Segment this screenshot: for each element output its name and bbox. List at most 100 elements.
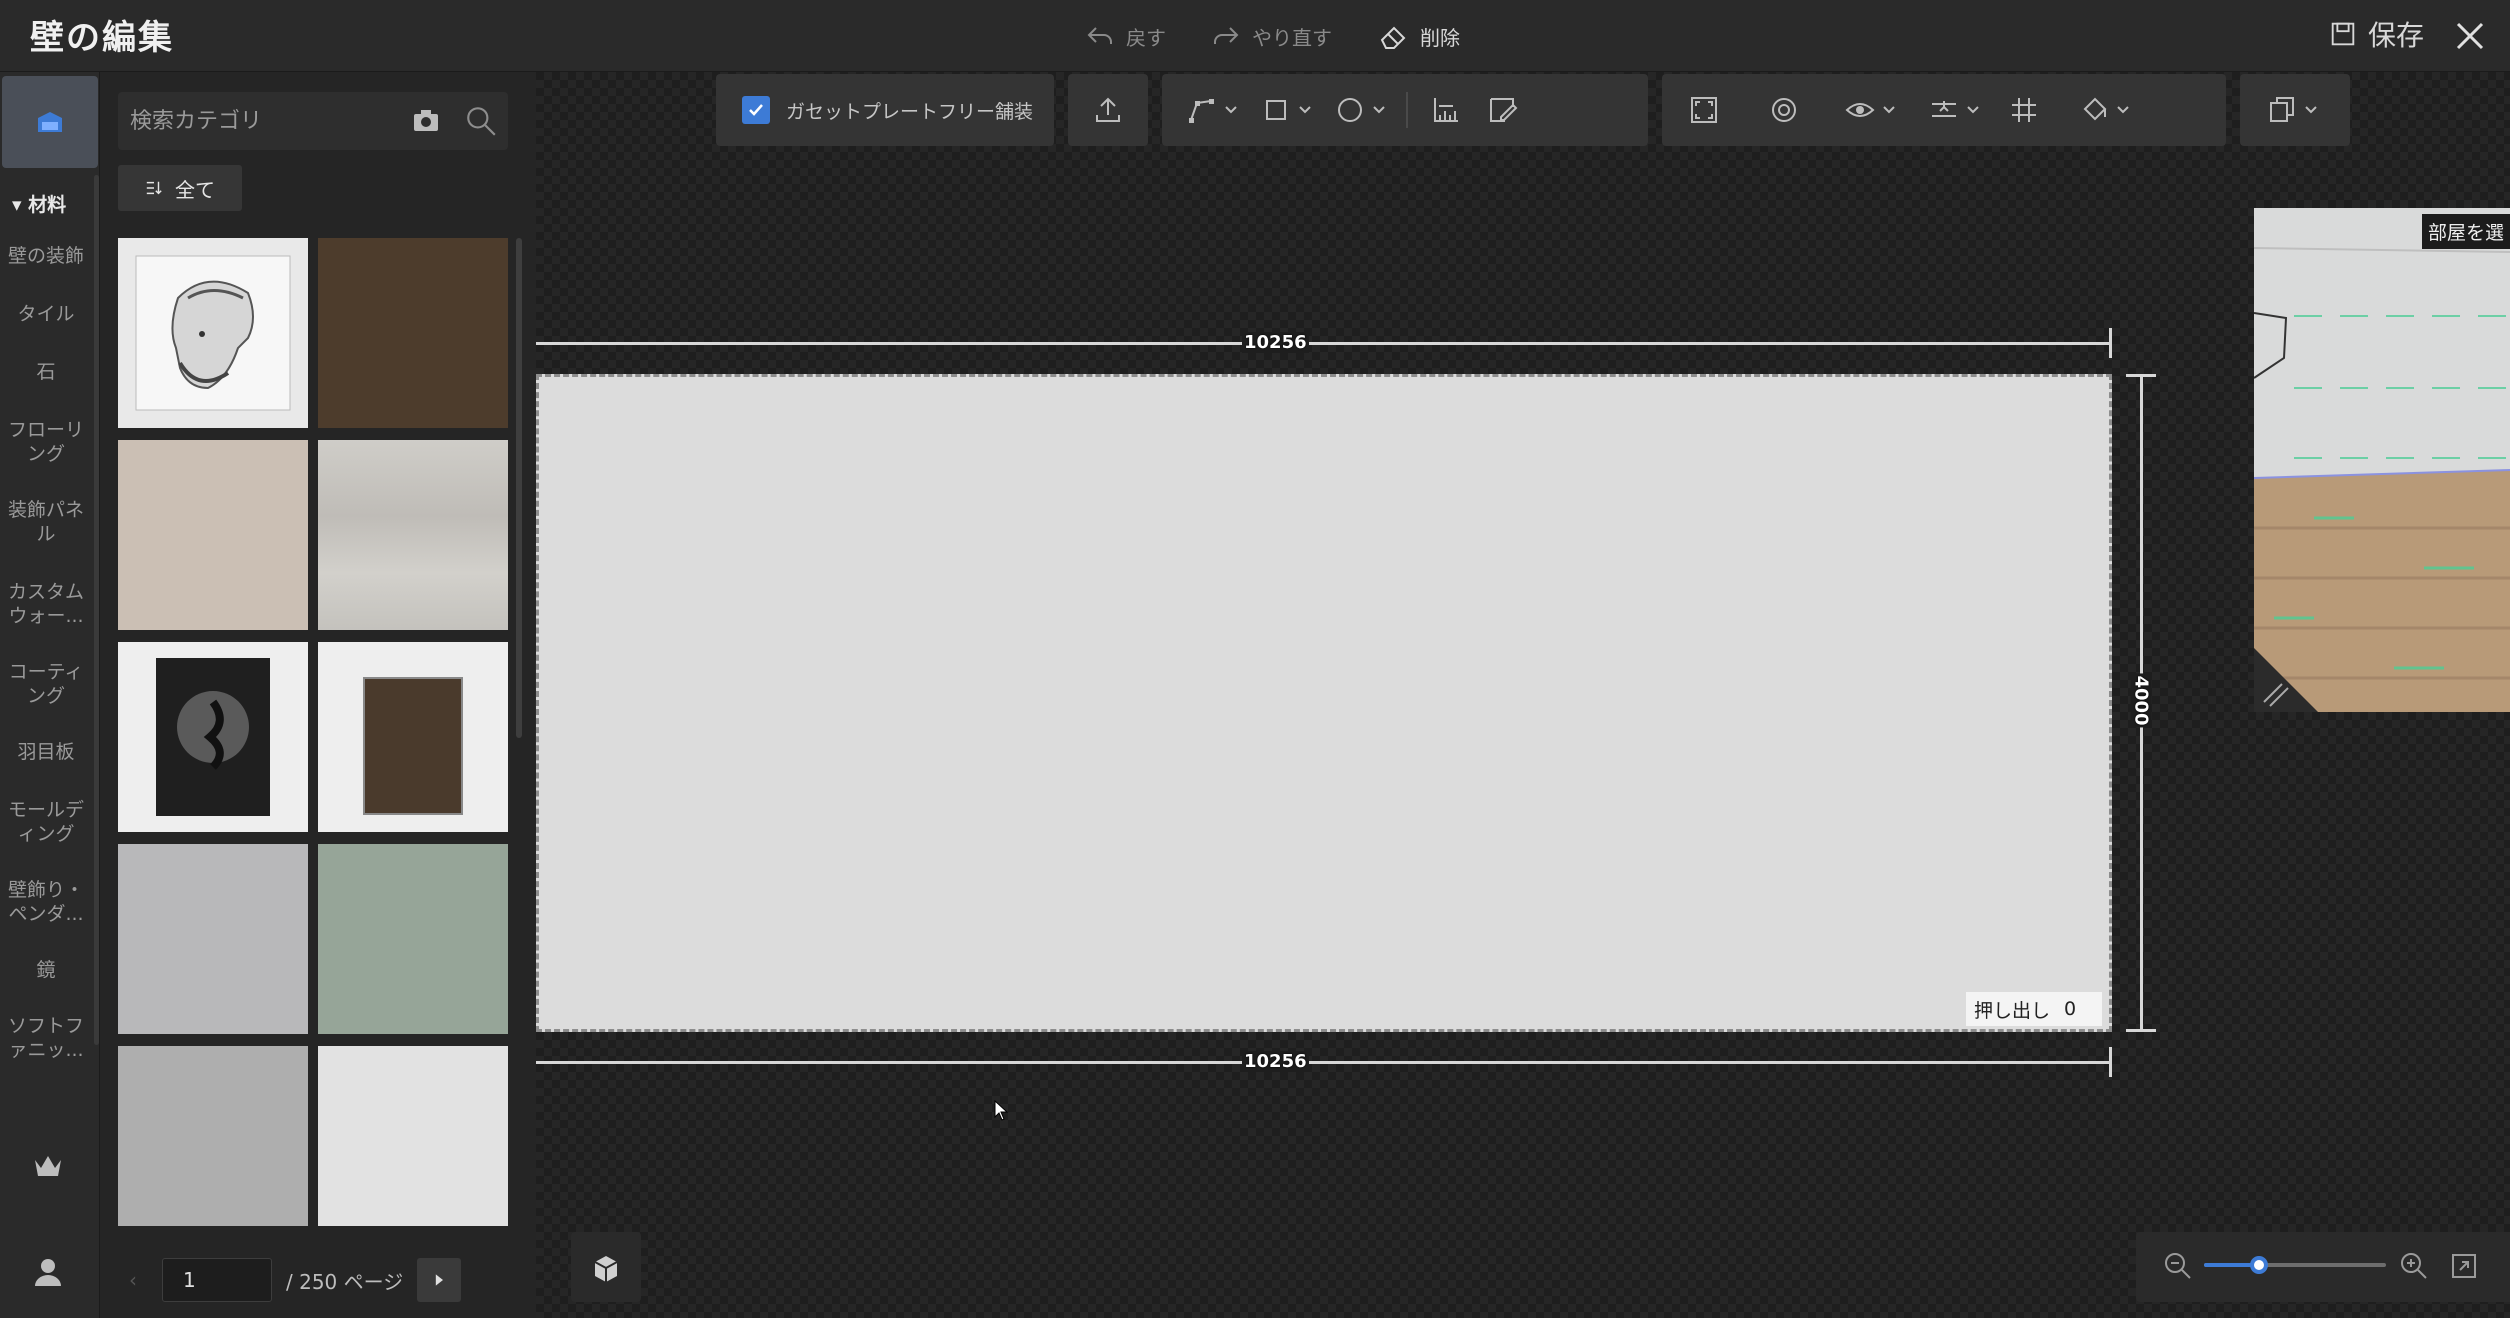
fullscreen-button[interactable]: [2450, 1252, 2478, 1284]
fit-view-button[interactable]: [1676, 82, 1732, 138]
rectangle-tool-button[interactable]: [1248, 82, 1304, 138]
top-width-label[interactable]: 10256: [1242, 332, 1309, 353]
page-title: 壁の編集: [30, 18, 174, 58]
page-total-label: / 250 ページ: [286, 1269, 404, 1294]
rail-item-mirror[interactable]: 鏡: [0, 958, 92, 982]
align-icon: [1932, 101, 1956, 117]
undo-icon: [1087, 27, 1112, 44]
extrude-field[interactable]: 押し出し 0: [1966, 992, 2102, 1026]
materials-tab[interactable]: [2, 76, 98, 168]
height-label[interactable]: 4000: [2130, 673, 2152, 728]
zoom-in-button[interactable]: [2398, 1250, 2430, 1286]
extrude-value[interactable]: 0: [2064, 998, 2076, 1020]
portrait-sketch-image: [135, 255, 291, 411]
material-light-grey[interactable]: [318, 1046, 508, 1226]
edit-area-tool-button[interactable]: [1474, 82, 1530, 138]
material-grey-concrete[interactable]: [118, 844, 308, 1034]
material-dark-wood[interactable]: [318, 238, 508, 428]
material-sketch-portrait[interactable]: [118, 238, 308, 428]
chevron-down-icon[interactable]: [1224, 103, 1238, 117]
circle-tool-button[interactable]: [1322, 82, 1378, 138]
top-dimension-line: [536, 342, 2112, 345]
upload-button[interactable]: [1068, 74, 1148, 146]
polyline-tool-button[interactable]: [1174, 82, 1230, 138]
sort-icon: [146, 181, 162, 195]
paint-button[interactable]: [2066, 82, 2122, 138]
chevron-down-icon[interactable]: [1298, 103, 1312, 117]
next-page-button[interactable]: [417, 1258, 462, 1302]
material-beige-plaster[interactable]: [118, 440, 308, 630]
rail-item-flooring[interactable]: フローリング: [0, 418, 92, 466]
align-button[interactable]: [1916, 82, 1972, 138]
brown-panel-art-image: [363, 677, 463, 815]
room-preview[interactable]: 部屋を選: [2254, 208, 2510, 712]
search-button[interactable]: [464, 104, 498, 142]
rail-item-stone[interactable]: 石: [0, 360, 92, 384]
close-button[interactable]: [2444, 10, 2496, 62]
cube-icon: [594, 1256, 618, 1282]
grid-button[interactable]: [1996, 82, 2052, 138]
zoom-out-icon: [2165, 1253, 2191, 1279]
rail-section-header[interactable]: ▾ 材料: [12, 190, 66, 217]
gusset-toggle[interactable]: ガセットプレートフリー舗装: [716, 74, 1054, 146]
gusset-checkbox[interactable]: [742, 96, 770, 124]
select-room-label[interactable]: 部屋を選: [2421, 214, 2510, 249]
visibility-button[interactable]: [1832, 82, 1888, 138]
material-light-wood[interactable]: [318, 440, 508, 630]
delete-button[interactable]: 削除: [1378, 16, 1460, 56]
chevron-down-icon[interactable]: [1372, 103, 1386, 117]
panel-scrollbar[interactable]: [516, 238, 522, 738]
measure-tool-button[interactable]: [1418, 82, 1474, 138]
fit-view-icon: [1691, 97, 1717, 123]
chevron-down-icon[interactable]: [2304, 103, 2318, 117]
paint-bucket-icon: [2083, 97, 2107, 121]
polyline-icon: [1189, 99, 1214, 123]
save-icon: [2331, 22, 2355, 46]
height-dimension-tick-bottom: [2126, 1029, 2156, 1032]
prev-page-button[interactable]: ‹: [118, 1268, 148, 1292]
focus-button[interactable]: [1756, 82, 1812, 138]
rail-scrollbar[interactable]: [94, 175, 99, 1045]
mouse-cursor-icon: [994, 1100, 1009, 1121]
save-button[interactable]: 保存: [2328, 14, 2424, 54]
undo-button[interactable]: 戻す: [1084, 16, 1166, 56]
material-mid-grey[interactable]: [118, 1046, 308, 1226]
chevron-down-icon[interactable]: [1882, 103, 1896, 117]
rail-item-tile[interactable]: タイル: [0, 302, 92, 326]
user-button[interactable]: [30, 1254, 66, 1294]
page-number-input[interactable]: [162, 1258, 272, 1302]
rail-item-coating[interactable]: コーティング: [0, 660, 92, 708]
top-dimension-tick: [2109, 328, 2112, 358]
rail-item-wall-decoration[interactable]: 壁の装飾: [0, 244, 92, 268]
chevron-down-icon[interactable]: [1966, 103, 1980, 117]
dark-frame-art-image: [156, 658, 270, 816]
chevron-down-icon[interactable]: [2116, 103, 2130, 117]
material-dark-frame-art[interactable]: [118, 642, 308, 832]
camera-search-button[interactable]: [410, 104, 442, 140]
search-input[interactable]: [130, 98, 390, 144]
zoom-in-icon: [2401, 1253, 2427, 1279]
wall-surface[interactable]: [536, 374, 2112, 1032]
rail-item-wainscot[interactable]: 羽目板: [0, 740, 92, 764]
material-brown-panel-art[interactable]: [318, 642, 508, 832]
rail-item-soft-furnishing[interactable]: ソフトファニッ...: [0, 1014, 92, 1062]
height-dimension-tick-top: [2126, 374, 2156, 377]
filter-all-button[interactable]: 全て: [118, 165, 242, 211]
material-sage-green[interactable]: [318, 844, 508, 1034]
save-label: 保存: [2367, 19, 2424, 52]
zoom-slider-handle[interactable]: [2249, 1256, 2268, 1274]
zoom-out-button[interactable]: [2162, 1250, 2194, 1286]
rail-item-molding[interactable]: モールディング: [0, 798, 92, 846]
3d-view-button[interactable]: [571, 1232, 641, 1302]
bottom-width-label[interactable]: 10256: [1242, 1051, 1309, 1072]
redo-label: やり直す: [1252, 25, 1332, 50]
rail-item-custom-wall[interactable]: カスタムウォー...: [0, 580, 92, 628]
rail-item-decorative-panel[interactable]: 装飾パネル: [0, 498, 92, 546]
grid-icon: [2012, 98, 2036, 122]
redo-button[interactable]: やり直す: [1210, 16, 1332, 56]
caret-down-icon: ▾: [12, 194, 29, 216]
delete-label: 削除: [1420, 25, 1460, 50]
copy-button[interactable]: [2254, 82, 2310, 138]
rail-item-wall-pendant[interactable]: 壁飾り・ペンダ...: [0, 878, 92, 926]
crown-button[interactable]: [30, 1148, 66, 1188]
